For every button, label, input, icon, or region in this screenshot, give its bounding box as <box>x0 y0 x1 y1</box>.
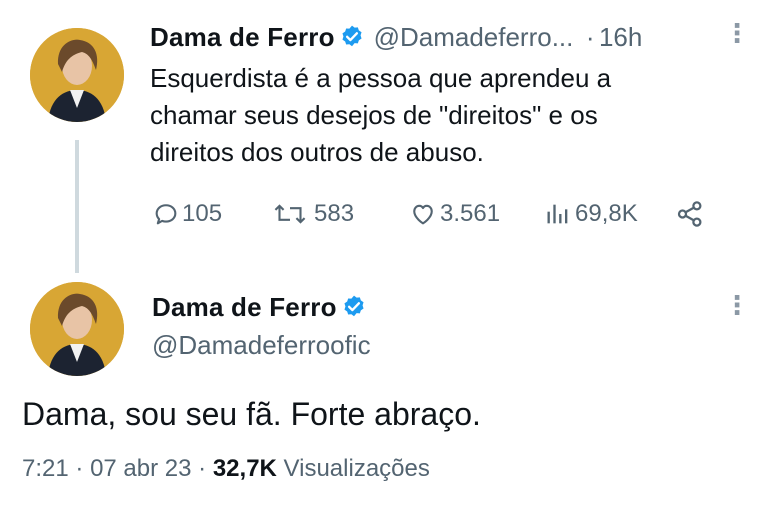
author-name[interactable]: Dama de Ferro <box>150 22 335 52</box>
reply-count: 105 <box>182 200 223 227</box>
tweet-text: Esquerdista é a pessoa que aprendeu a ch… <box>150 60 710 171</box>
tweet-time[interactable]: 16h <box>599 22 642 52</box>
like-icon <box>413 204 433 225</box>
author-name[interactable]: Dama de Ferro <box>152 292 337 322</box>
separator-dot: · <box>585 22 595 52</box>
verified-icon <box>342 25 362 47</box>
tweet1-header: Dama de Ferro @Damadeferro... · 16h <box>150 22 642 53</box>
share-icon <box>677 201 702 227</box>
tweet-text: Dama, sou seu fã. Forte abraço. <box>22 396 481 432</box>
separator-dot: · <box>198 455 207 482</box>
tweet-time[interactable]: 7:21 <box>22 455 69 482</box>
verified-icon <box>344 295 364 317</box>
retweet-button[interactable]: 583 <box>270 200 408 228</box>
retweet-icon <box>274 204 306 224</box>
avatar[interactable] <box>30 28 124 122</box>
retweet-count: 583 <box>314 200 355 227</box>
views-button[interactable]: 69,8K <box>543 200 675 228</box>
like-count: 3.561 <box>440 200 501 227</box>
views-count: 69,8K <box>575 200 638 227</box>
reply-icon <box>155 204 177 225</box>
author-handle[interactable]: @Damadeferro... <box>374 22 574 52</box>
tweet-text-line: direitos dos outros de abuso. <box>150 137 484 167</box>
views-label: Visualizações <box>283 455 430 482</box>
thread-line <box>75 140 79 273</box>
views-count: 32,7K <box>212 455 277 482</box>
more-icon[interactable]: ⋮ <box>724 292 750 318</box>
tweet-text-line: Esquerdista é a pessoa que aprendeu a <box>150 63 612 93</box>
tweet2-header: Dama de Ferro <box>152 292 367 323</box>
views-icon <box>547 204 568 224</box>
tweet-actions: 105 583 3.561 69,8K <box>152 199 705 229</box>
reply-button[interactable]: 105 <box>152 200 270 228</box>
more-icon[interactable]: ⋮ <box>724 20 750 46</box>
share-button[interactable] <box>675 199 705 229</box>
tweet-meta: 7:21 · 07 abr 23 · 32,7K Visualizações <box>22 455 430 483</box>
separator-dot: · <box>75 455 84 482</box>
avatar[interactable] <box>30 282 124 376</box>
tweet-text-line: chamar seus desejos de "direitos" e os <box>150 100 598 130</box>
author-handle[interactable]: @Damadeferroofic <box>152 330 371 361</box>
like-button[interactable]: 3.561 <box>408 200 543 228</box>
tweet-date[interactable]: 07 abr 23 <box>90 455 191 482</box>
